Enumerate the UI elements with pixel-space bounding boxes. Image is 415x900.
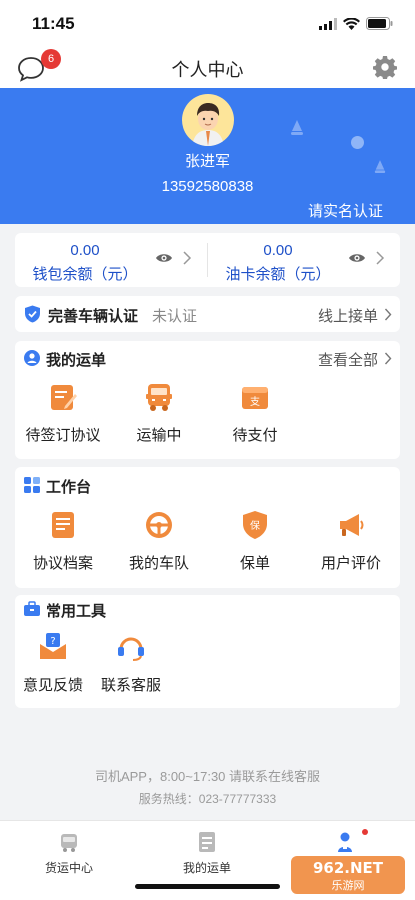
grid-apps-icon	[24, 477, 40, 493]
eye-icon[interactable]	[155, 251, 173, 265]
user-circle-icon	[24, 350, 40, 366]
tab-my-orders[interactable]: 我的运单	[138, 821, 276, 881]
order-pending-payment[interactable]: 支 待支付	[207, 382, 303, 462]
payment-wallet-icon: 支	[242, 387, 268, 409]
wallet-balance-value: 0.00	[70, 242, 100, 259]
workbench-user-reviews[interactable]: 用户评价	[303, 510, 399, 590]
profile-header: 张进军 13592580838 请实名认证	[0, 88, 415, 224]
avatar[interactable]	[182, 94, 234, 146]
workbench-agreement-archive[interactable]: 协议档案	[15, 510, 111, 590]
home-indicator	[135, 884, 280, 889]
fuel-card-balance[interactable]: 0.00 油卡余额（元）	[208, 233, 400, 287]
headset-icon	[118, 637, 144, 661]
order-list-icon	[199, 832, 215, 852]
tool-contact-support[interactable]: 联系客服	[83, 632, 179, 712]
service-hotline[interactable]: 服务热线：023-77777333	[0, 790, 415, 807]
insurance-shield-icon: 保	[243, 511, 267, 539]
vehicle-verification-title: 完善车辆认证	[48, 308, 139, 325]
fuel-card-balance-value: 0.00	[263, 242, 293, 259]
page-title: 个人中心	[171, 60, 244, 80]
vehicle-verification-status: 未认证	[152, 308, 198, 325]
common-tools-title: 常用工具	[46, 603, 107, 620]
workbench-my-fleet-label: 我的车队	[128, 555, 189, 572]
unread-dot	[362, 829, 368, 835]
tab-freight-center[interactable]: 货运中心	[0, 821, 138, 881]
chevron-right-icon	[376, 251, 385, 265]
fuel-card-balance-label: 油卡余额（元）	[225, 266, 331, 283]
gear-icon[interactable]	[373, 55, 397, 79]
my-orders-section: 我的运单 查看全部 待签订协议 运输中 支 待支付	[15, 341, 400, 459]
agreement-file-icon	[52, 512, 74, 538]
feedback-envelope-icon: ?	[40, 633, 66, 659]
user-name: 张进军	[184, 153, 230, 170]
signal-icon	[319, 17, 337, 30]
tab-my-orders-label: 我的运单	[182, 861, 231, 875]
svg-text:962.NET: 962.NET	[313, 859, 384, 877]
wallet-balance-label: 钱包余额（元）	[32, 266, 138, 283]
freight-truck-icon	[61, 834, 77, 852]
workbench-user-reviews-label: 用户评价	[320, 555, 381, 572]
tab-freight-center-label: 货运中心	[44, 861, 93, 875]
battery-icon	[366, 17, 393, 30]
my-orders-title: 我的运单	[46, 352, 107, 369]
common-tools-section: 常用工具 ? 意见反馈 联系客服	[15, 595, 400, 708]
order-in-transit-label: 运输中	[136, 427, 182, 444]
megaphone-icon	[340, 514, 364, 536]
workbench-insurance-policy-label: 保单	[239, 555, 270, 572]
workbench-my-fleet[interactable]: 我的车队	[111, 510, 207, 590]
svg-text:乐游网: 乐游网	[332, 879, 365, 892]
online-order-link[interactable]: 线上接单	[318, 305, 378, 326]
workbench-title: 工作台	[46, 479, 92, 496]
shield-check-icon	[25, 305, 40, 323]
watermark-logo: 962.NET 乐游网	[291, 856, 405, 894]
workbench-section: 工作台 协议档案 我的车队 保 保单 用户评价	[15, 467, 400, 588]
vehicle-verification-row[interactable]: 完善车辆认证 未认证 线上接单	[15, 296, 400, 332]
order-pending-payment-label: 待支付	[232, 427, 278, 444]
tool-contact-support-label: 联系客服	[100, 677, 161, 694]
chevron-right-icon	[384, 308, 392, 321]
service-hours-note: 司机APP，8:00~17:30 请联系在线客服	[94, 769, 321, 784]
svg-text:?: ?	[50, 636, 55, 647]
status-icons	[319, 17, 393, 30]
order-in-transit[interactable]: 运输中	[111, 382, 207, 462]
steering-wheel-icon	[146, 512, 172, 538]
workbench-agreement-archive-label: 协议档案	[32, 555, 93, 572]
wifi-icon	[343, 17, 360, 30]
balance-card: 0.00 钱包余额（元） 0.00 油卡余额（元）	[15, 233, 400, 287]
order-pending-contract-label: 待签订协议	[25, 427, 101, 444]
view-all-orders-link[interactable]: 查看全部	[318, 349, 378, 370]
real-name-verify-link[interactable]: 请实名认证	[308, 200, 383, 221]
user-phone: 13592580838	[161, 178, 254, 195]
eye-icon[interactable]	[348, 251, 366, 265]
truck-icon	[146, 384, 172, 411]
svg-text:保: 保	[250, 519, 260, 532]
sailboat-decoration-icon	[291, 120, 303, 135]
status-bar: 11:45	[0, 0, 415, 46]
chevron-right-icon	[183, 251, 192, 265]
order-pending-contract[interactable]: 待签订协议	[15, 382, 111, 462]
status-time: 11:45	[32, 14, 75, 33]
bubble-decoration	[351, 136, 364, 149]
nav-bar: 6 个人中心	[0, 46, 415, 88]
chevron-right-icon	[384, 352, 392, 365]
toolbox-icon	[24, 601, 40, 616]
contract-edit-icon	[51, 385, 77, 410]
svg-text:支: 支	[250, 396, 260, 408]
workbench-insurance-policy[interactable]: 保 保单	[207, 510, 303, 590]
wallet-balance[interactable]: 0.00 钱包余额（元）	[15, 233, 207, 287]
profile-person-icon	[338, 832, 352, 852]
